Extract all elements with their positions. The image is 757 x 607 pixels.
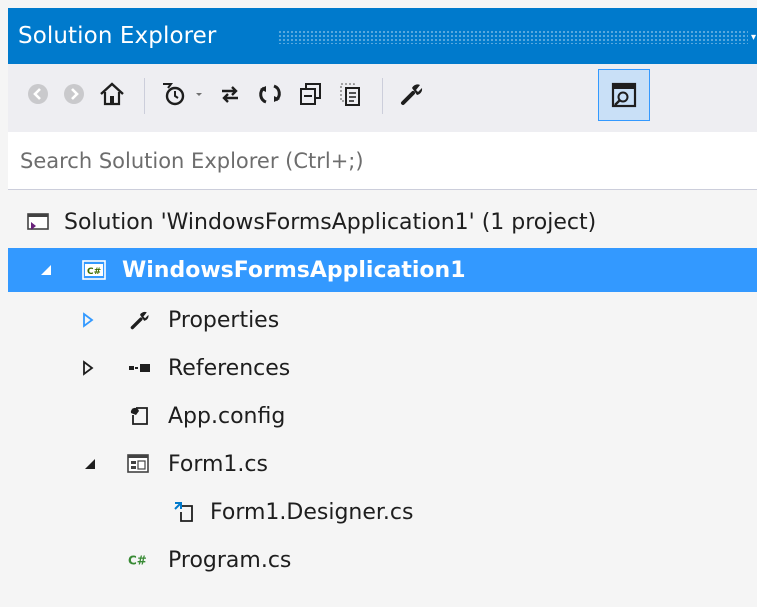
collapse-all-icon [300,83,321,105]
tree-item-label: Program.cs [168,547,292,573]
title-grip[interactable] [278,30,748,44]
csharp-file-icon: C# [128,548,152,572]
sync-arrows-icon [222,86,238,103]
tree-item-label: Form1.cs [168,451,268,477]
toolbar [8,64,757,132]
config-file-icon [128,404,152,428]
refresh-button[interactable] [252,76,288,112]
form-icon [126,452,150,476]
window-position-dropdown-icon[interactable]: ▾ [751,32,757,43]
forward-button[interactable] [56,76,92,112]
tree-item-label: WindowsFormsApplication1 [122,257,466,283]
refresh-icon [259,84,281,104]
tree-item-label: App.config [168,403,286,429]
tree-item-program[interactable]: C# Program.cs [8,538,757,582]
solution-icon [26,210,50,234]
tree-item-label: Properties [168,307,280,333]
home-button[interactable] [94,76,130,112]
tree-item-form1-designer[interactable]: Form1.Designer.cs [8,490,757,534]
panel-title: Solution Explorer [18,23,217,49]
preview-selected-items-button[interactable] [598,69,650,121]
title-bar[interactable]: Solution Explorer ▾ [8,8,757,64]
collapse-all-button[interactable] [292,76,328,112]
home-icon [100,82,124,106]
tree-item-label: Solution 'WindowsFormsApplication1' (1 p… [64,209,597,235]
wrench-icon [401,84,423,105]
csharp-project-icon: C# [82,258,106,282]
toolbar-separator [144,78,145,114]
solution-tree: Solution 'WindowsFormsApplication1' (1 p… [8,190,757,607]
filter-dropdown-button[interactable] [190,76,208,112]
preview-icon [611,82,637,108]
solution-explorer-panel: Solution Explorer ▾ Search Solution Expl… [0,0,757,607]
tree-item-app-config[interactable]: App.config [8,394,757,438]
tree-item-project[interactable]: C# WindowsFormsApplication1 [8,248,757,292]
tree-item-solution[interactable]: Solution 'WindowsFormsApplication1' (1 p… [8,200,757,244]
search-input[interactable] [8,131,757,190]
forward-arrow-icon [64,84,84,104]
pending-changes-filter-button[interactable] [156,76,192,112]
expanded-triangle-icon[interactable] [38,262,54,278]
tree-item-references[interactable]: References [8,346,757,390]
tree-item-label: Form1.Designer.cs [210,499,414,525]
clock-filter-icon [163,83,185,106]
back-arrow-icon [28,84,48,104]
expanded-triangle-icon[interactable] [82,456,98,472]
sync-with-active-document-button[interactable] [212,76,248,112]
tree-item-label: References [168,355,291,381]
svg-text:C#: C# [87,267,101,277]
properties-button[interactable] [394,76,430,112]
toolbar-separator [382,78,383,114]
tree-item-properties[interactable]: Properties [8,298,757,342]
search-box[interactable] [8,131,757,190]
references-icon [128,356,152,380]
show-all-files-icon [340,83,360,106]
collapsed-triangle-icon[interactable] [80,360,96,376]
back-button[interactable] [20,76,56,112]
collapsed-triangle-icon[interactable] [80,312,96,328]
wrench-icon [128,308,152,332]
show-all-files-button[interactable] [332,76,368,112]
tree-item-form1[interactable]: Form1.cs [8,442,757,486]
chevron-down-icon [196,93,202,96]
designer-file-icon [172,500,196,524]
svg-text:C#: C# [128,554,147,568]
